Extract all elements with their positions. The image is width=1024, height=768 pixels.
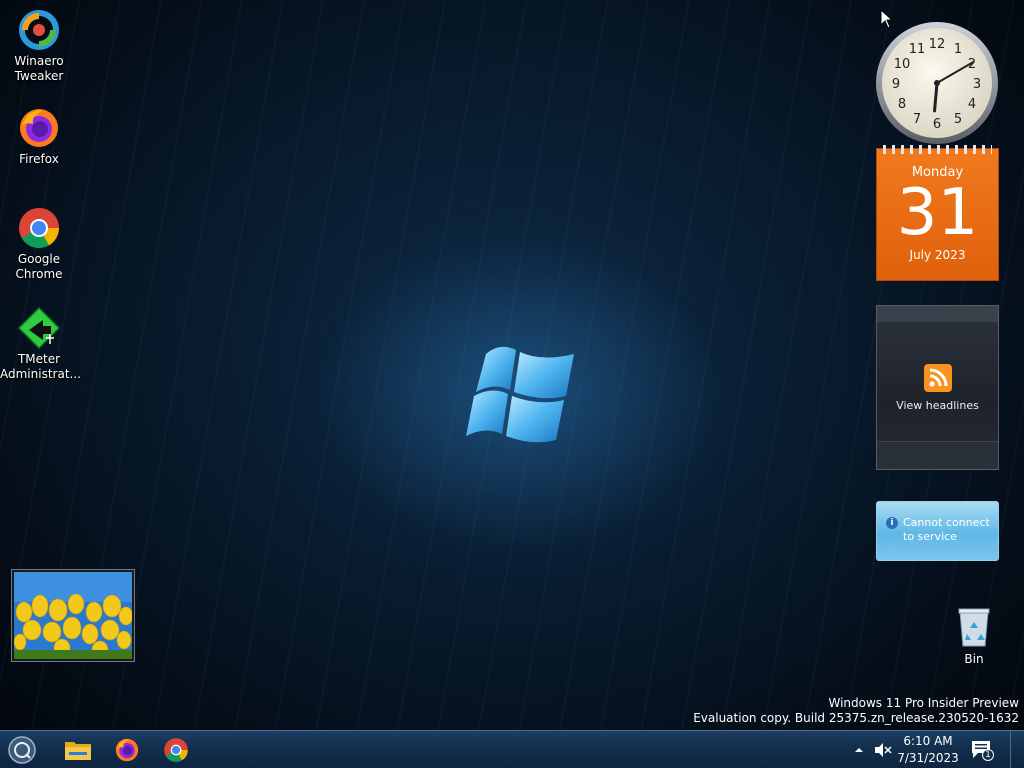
svg-text:7: 7 <box>913 112 921 127</box>
gadget-top-bar <box>877 306 998 322</box>
clock-gadget[interactable]: 12 12 345 678 91011 <box>874 20 1000 146</box>
svg-text:6: 6 <box>933 117 941 132</box>
calendar-day: 31 <box>896 176 979 250</box>
winaero-tweaker-icon <box>19 10 59 50</box>
chrome-icon <box>164 738 188 762</box>
calendar-binding-rings <box>883 145 992 154</box>
weather-gadget[interactable]: i Cannot connect to service <box>876 501 999 561</box>
start-button[interactable] <box>6 734 38 766</box>
volume-muted-icon <box>875 743 892 757</box>
svg-text:10: 10 <box>894 57 911 72</box>
svg-text:8: 8 <box>898 97 906 112</box>
svg-text:9: 9 <box>892 77 900 92</box>
tulips-photo <box>13 572 134 660</box>
windows-logo-icon <box>466 346 574 443</box>
desktop-icon-google-chrome[interactable]: Google Chrome <box>0 206 78 282</box>
desktop-icon-label: Firefox <box>19 152 59 166</box>
svg-text:1: 1 <box>954 42 962 57</box>
start-orb-icon <box>8 736 36 764</box>
taskbar-clock[interactable]: 6:10 AM 7/31/2023 <box>897 733 959 767</box>
taskbar-date: 7/31/2023 <box>897 751 959 765</box>
svg-text:4: 4 <box>968 97 976 112</box>
evaluation-watermark: Windows 11 Pro Insider Preview Evaluatio… <box>693 696 1019 726</box>
tmeter-icon <box>17 306 61 350</box>
taskbar-chrome[interactable] <box>160 734 192 766</box>
desktop-icon-label: TMeter Administrat... <box>0 352 81 381</box>
show-desktop-button[interactable] <box>1010 731 1024 768</box>
calendar-month-year: July 2023 <box>909 248 966 262</box>
view-headlines-link[interactable]: View headlines <box>896 399 979 412</box>
show-hidden-icons-button[interactable] <box>852 731 866 768</box>
chevron-up-icon <box>855 748 863 752</box>
gadget-bottom-bar <box>877 441 998 469</box>
taskbar-file-explorer[interactable] <box>62 734 94 766</box>
rss-icon <box>923 363 952 392</box>
recycle-bin-icon <box>958 608 990 647</box>
svg-text:3: 3 <box>973 77 981 92</box>
calendar-gadget[interactable]: Monday 31 July 2023 <box>876 145 999 281</box>
svg-text:5: 5 <box>954 112 962 127</box>
taskbar-time: 6:10 AM <box>903 734 953 748</box>
desktop-icon-label: Google Chrome <box>15 252 63 281</box>
slideshow-gadget[interactable] <box>11 569 135 662</box>
watermark-edition: Windows 11 Pro Insider Preview <box>828 696 1019 710</box>
svg-text:12: 12 <box>929 37 946 52</box>
file-explorer-icon <box>65 742 91 760</box>
svg-text:11: 11 <box>909 42 926 57</box>
taskbar: 6:10 AM 7/31/2023 1 <box>0 730 1024 768</box>
firefox-icon <box>20 109 58 147</box>
notification-count-badge: 1 <box>985 750 991 760</box>
desktop-icon-winaero-tweaker[interactable]: Winaero Tweaker <box>0 8 78 84</box>
desktop-icon-firefox[interactable]: Firefox <box>0 106 78 167</box>
taskbar-firefox[interactable] <box>111 734 143 766</box>
info-icon: i <box>886 517 898 529</box>
desktop-icon-tmeter[interactable]: TMeter Administrat... <box>0 306 81 382</box>
desktop-icon-label: Winaero Tweaker <box>14 54 64 83</box>
desktop-icon-recycle-bin[interactable]: Bin <box>944 606 1004 666</box>
feed-headlines-gadget[interactable]: View headlines <box>876 305 999 470</box>
volume-button[interactable] <box>872 731 894 768</box>
mouse-pointer-icon <box>880 9 894 29</box>
chrome-icon <box>19 208 59 248</box>
action-center-button[interactable]: 1 <box>968 731 996 768</box>
firefox-icon <box>115 738 139 762</box>
weather-error-message: Cannot connect to service <box>903 516 990 543</box>
recycle-bin-label: Bin <box>964 652 984 666</box>
watermark-build: Evaluation copy. Build 25375.zn_release.… <box>693 711 1019 725</box>
